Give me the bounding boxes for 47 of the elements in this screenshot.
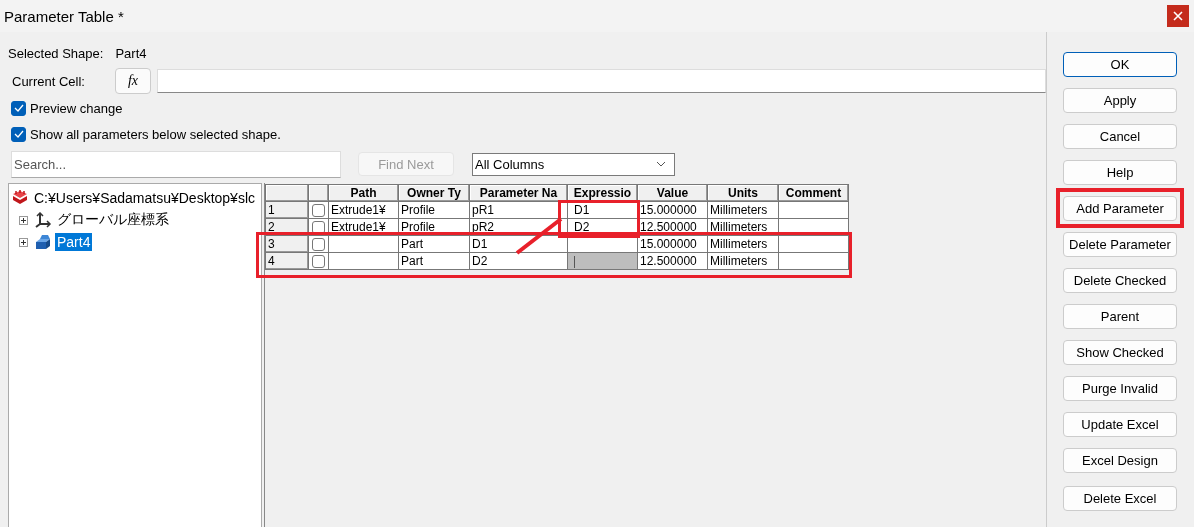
column-header[interactable] <box>265 184 309 202</box>
column-header[interactable]: Units <box>707 184 779 202</box>
close-icon <box>1173 11 1183 21</box>
tree-item[interactable]: グローバル座標系 <box>55 210 171 230</box>
column-header[interactable]: Path <box>328 184 399 202</box>
dialog-button[interactable]: Parent <box>1063 303 1177 329</box>
dialog-button[interactable]: Delete Excel <box>1063 485 1177 511</box>
column-header[interactable]: Comment <box>778 184 849 202</box>
row-checkbox[interactable] <box>312 238 325 252</box>
expand-icon[interactable] <box>19 237 31 247</box>
stack-icon <box>11 190 29 206</box>
row-checkbox[interactable] <box>312 255 325 269</box>
checkbox-label: Show all parameters below selected shape. <box>30 126 281 142</box>
block-icon <box>34 234 52 250</box>
search-field[interactable]: Search... <box>11 150 341 178</box>
column-header[interactable]: Value <box>637 184 708 202</box>
dialog-button[interactable]: Show Checked <box>1063 339 1177 365</box>
field-label: Current Cell: <box>11 73 86 89</box>
column-header[interactable]: Owner Ty <box>398 184 470 202</box>
checkbox[interactable] <box>11 100 26 116</box>
row-checkbox[interactable] <box>312 204 325 218</box>
dialog-button[interactable]: Help <box>1063 159 1177 185</box>
dialog-button[interactable]: Cancel <box>1063 123 1177 149</box>
dialog-button[interactable]: Update Excel <box>1063 411 1177 437</box>
axes-icon <box>34 212 52 228</box>
dialog-button[interactable]: Excel Design <box>1063 447 1177 473</box>
column-header[interactable]: Parameter Na <box>469 184 568 202</box>
function-button[interactable]: fx <box>115 68 151 94</box>
dialog-button[interactable]: Delete Parameter <box>1063 231 1177 257</box>
field-label: Selected Shape: <box>8 45 104 61</box>
dialog-button[interactable]: Purge Invalid <box>1063 375 1177 401</box>
checkbox-label: Preview change <box>30 100 123 116</box>
window-title: Parameter Table * <box>3 7 124 25</box>
dialog-button[interactable]: Add Parameter <box>1063 195 1177 221</box>
dialog-button[interactable]: Delete Checked <box>1063 267 1177 293</box>
annotation-line <box>515 217 563 255</box>
close-button[interactable] <box>1167 5 1189 27</box>
tree-item[interactable]: Part4 <box>55 233 93 251</box>
current-cell-field[interactable] <box>157 69 1046 93</box>
selected-shape-value: Part4 <box>115 45 147 61</box>
checkbox[interactable] <box>11 126 26 142</box>
column-dropdown[interactable]: All Columns <box>472 152 675 176</box>
dialog-button[interactable]: Apply <box>1063 87 1177 113</box>
tree-item[interactable]: C:¥Users¥Sadamatsu¥Desktop¥slc <box>32 189 257 207</box>
dialog-button[interactable]: OK <box>1063 51 1177 77</box>
chevron-down-icon <box>656 161 666 167</box>
expand-icon[interactable] <box>19 215 31 225</box>
